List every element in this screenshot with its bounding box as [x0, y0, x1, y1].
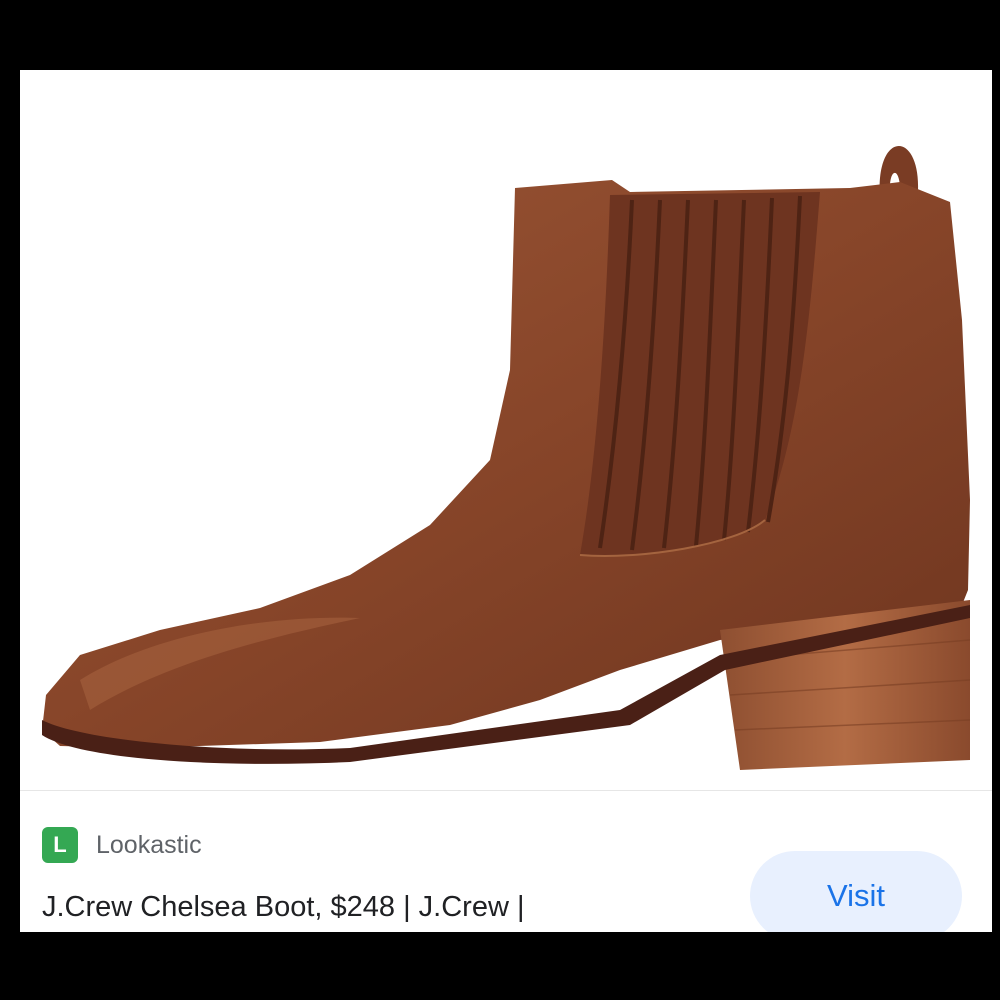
- boot-illustration: [42, 145, 971, 770]
- product-title[interactable]: J.Crew Chelsea Boot, $248 | J.Crew |: [42, 891, 525, 924]
- result-card: L Lookastic J.Crew Chelsea Boot, $248 | …: [20, 790, 992, 932]
- source-name: Lookastic: [96, 830, 202, 859]
- visit-button[interactable]: Visit: [750, 851, 962, 932]
- source-favicon-icon: L: [42, 827, 78, 863]
- source-row[interactable]: L Lookastic: [42, 826, 202, 864]
- product-image[interactable]: [20, 70, 992, 790]
- search-result-frame: L Lookastic J.Crew Chelsea Boot, $248 | …: [20, 70, 992, 932]
